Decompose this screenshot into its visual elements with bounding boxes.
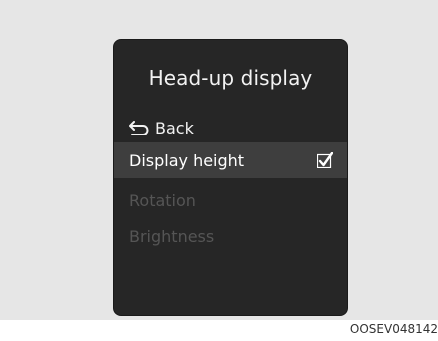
checkmark-icon [317, 152, 333, 168]
hud-settings-screen: Head-up display Back Display height Rota… [114, 40, 347, 315]
back-button[interactable]: Back [114, 110, 347, 146]
menu-item-label: Display height [129, 150, 245, 170]
menu-item-label: Brightness [129, 226, 215, 246]
back-label: Back [155, 118, 194, 138]
return-arrow-icon [129, 121, 149, 135]
menu-item-display-height[interactable]: Display height [114, 142, 347, 178]
menu-item-rotation[interactable]: Rotation [114, 182, 347, 218]
menu-item-brightness[interactable]: Brightness [114, 218, 347, 254]
screen-title: Head-up display [148, 66, 313, 90]
image-code-caption: OOSEV048142 [349, 322, 438, 336]
menu-item-label: Rotation [129, 190, 196, 210]
